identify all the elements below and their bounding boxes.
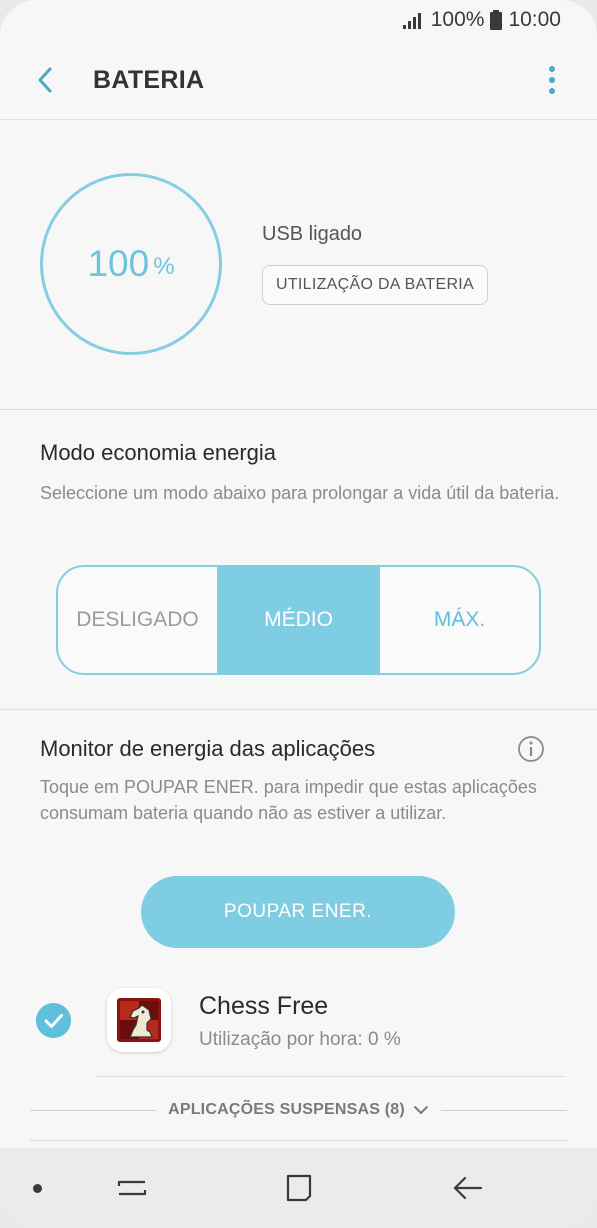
mode-medium-option[interactable]: MÉDIO bbox=[219, 567, 378, 673]
mode-off-option[interactable]: DESLIGADO bbox=[58, 567, 219, 673]
recent-apps-icon[interactable] bbox=[116, 1172, 148, 1204]
home-icon[interactable] bbox=[283, 1172, 315, 1204]
back-arrow-icon[interactable] bbox=[30, 64, 62, 96]
app-bar: BATERIA bbox=[0, 40, 597, 120]
navigation-bar bbox=[0, 1148, 597, 1228]
power-saving-description: Seleccione um modo abaixo para prolongar… bbox=[40, 483, 560, 503]
nav-dot-icon[interactable] bbox=[33, 1184, 42, 1193]
chevron-down-icon bbox=[413, 1106, 428, 1114]
power-saving-title: Modo economia energia bbox=[40, 440, 277, 465]
checkbox-checked-icon[interactable] bbox=[36, 1003, 71, 1038]
battery-usage-button[interactable]: UTILIZAÇÃO DA BATERIA bbox=[262, 265, 488, 305]
knight-icon bbox=[117, 998, 161, 1042]
divider bbox=[30, 1140, 567, 1141]
power-saving-section: Modo economia energia Seleccione um modo… bbox=[0, 410, 597, 710]
divider bbox=[440, 1109, 567, 1111]
save-power-button[interactable]: POUPAR ENER. bbox=[141, 876, 455, 948]
app-power-monitor-section: Monitor de energia das aplicações Toque … bbox=[0, 710, 597, 1148]
battery-level-ring: 100 % bbox=[40, 173, 222, 355]
app-monitor-description: Toque em POUPAR ENER. para impedir que e… bbox=[40, 777, 537, 823]
page-title: BATERIA bbox=[93, 66, 205, 94]
app-monitor-title: Monitor de energia das aplicações bbox=[40, 736, 376, 761]
more-options-icon[interactable] bbox=[543, 64, 561, 96]
power-mode-selector: DESLIGADO MÉDIO MÁX. bbox=[56, 565, 541, 675]
app-usage: Utilização por hora: 0 % bbox=[199, 1029, 401, 1050]
signal-icon bbox=[402, 13, 421, 29]
status-bar: 100% 10:00 bbox=[0, 0, 597, 40]
battery-level-value: 100 bbox=[87, 243, 150, 284]
suspended-apps-label: APLICAÇÕES SUSPENSAS (8) bbox=[168, 1101, 405, 1118]
battery-settings-screen: 100% 10:00 BATERIA 100 % USB ligado UTIL… bbox=[0, 0, 597, 1228]
suspended-apps-toggle[interactable]: APLICAÇÕES SUSPENSAS (8) bbox=[30, 1095, 567, 1125]
battery-level-unit: % bbox=[153, 253, 175, 280]
battery-percent-text: 100% bbox=[430, 8, 485, 31]
charging-status: USB ligado bbox=[262, 223, 363, 245]
info-icon[interactable] bbox=[517, 735, 545, 763]
chess-app-icon bbox=[107, 988, 171, 1052]
divider bbox=[96, 1076, 566, 1077]
clock: 10:00 bbox=[508, 8, 561, 31]
battery-icon bbox=[490, 10, 503, 30]
app-name: Chess Free bbox=[199, 992, 329, 1020]
divider bbox=[30, 1109, 157, 1111]
back-nav-icon[interactable] bbox=[452, 1172, 484, 1204]
battery-status-section: 100 % USB ligado UTILIZAÇÃO DA BATERIA bbox=[0, 120, 597, 410]
mode-max-option[interactable]: MÁX. bbox=[378, 567, 539, 673]
